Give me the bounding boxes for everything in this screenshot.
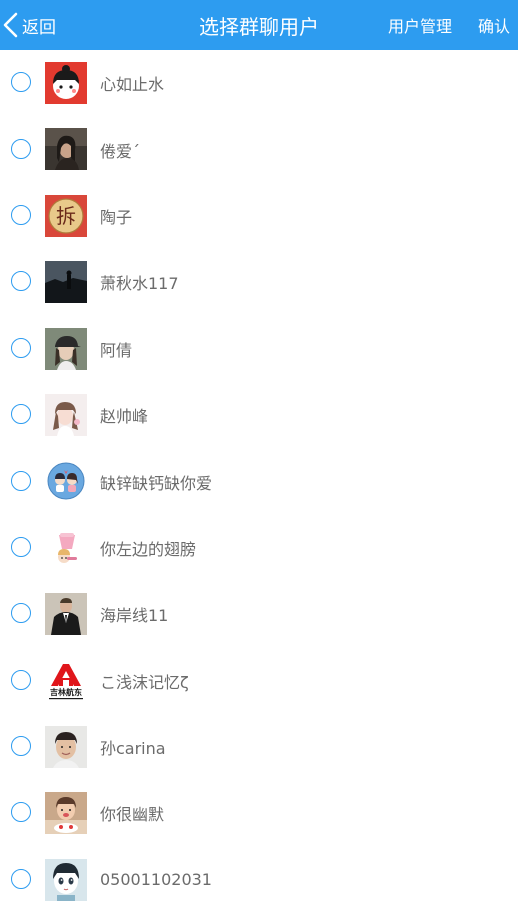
contact-name: 05001102031: [100, 870, 212, 890]
contact-name: 阿倩: [100, 340, 133, 360]
radio-button[interactable]: [11, 72, 31, 93]
radio-button[interactable]: [11, 204, 31, 225]
list-item[interactable]: 心如止水: [0, 50, 518, 116]
list-item[interactable]: 倦爱ˊ: [0, 116, 518, 182]
chevron-left-icon: [2, 12, 20, 38]
avatar: [45, 62, 87, 104]
contact-name: 孙carina: [100, 739, 166, 759]
contact-name: 赵帅峰: [100, 407, 149, 427]
list-item[interactable]: 05001102031: [0, 847, 518, 913]
avatar-stamp-text: 拆: [56, 204, 76, 228]
contact-name: 萧秋水117: [100, 274, 179, 294]
top-bar: 返回 选择群聊用户 用户管理 确认: [0, 0, 518, 50]
contact-list: 心如止水 倦爱ˊ 拆 陶子 萧秋水117 阿倩 赵帅峰 缺锌缺钙缺你爱 你左边的…: [0, 50, 518, 913]
list-item[interactable]: 你很幽默: [0, 780, 518, 846]
avatar: [45, 128, 87, 171]
avatar: [45, 526, 87, 569]
avatar: [45, 858, 87, 901]
contact-name: 海岸线11: [100, 606, 169, 626]
back-button[interactable]: 返回: [2, 0, 56, 50]
list-item[interactable]: 吉林航东 こ浅沫记忆ζ: [0, 648, 518, 714]
list-item[interactable]: 阿倩: [0, 316, 518, 382]
contact-name: 缺锌缺钙缺你爱: [100, 473, 213, 493]
avatar: [45, 460, 87, 503]
radio-button[interactable]: [11, 736, 31, 757]
confirm-button[interactable]: 确认: [478, 0, 510, 50]
list-item[interactable]: 拆 陶子: [0, 183, 518, 249]
contact-name: 你很幽默: [100, 805, 165, 825]
avatar: [45, 261, 87, 304]
contact-name: 倦爱ˊ: [100, 141, 141, 161]
avatar: 拆: [45, 194, 87, 237]
contact-name: 你左边的翅膀: [100, 539, 197, 559]
list-item[interactable]: 萧秋水117: [0, 249, 518, 315]
radio-button[interactable]: [11, 470, 31, 491]
radio-button[interactable]: [11, 271, 31, 292]
avatar-logo-text: 吉林航东: [50, 687, 82, 697]
avatar: [45, 593, 87, 636]
avatar: [45, 792, 87, 835]
radio-button[interactable]: [11, 669, 31, 690]
list-item[interactable]: 赵帅峰: [0, 382, 518, 448]
avatar: [45, 393, 87, 436]
list-item[interactable]: 你左边的翅膀: [0, 515, 518, 581]
radio-button[interactable]: [11, 802, 31, 823]
radio-button[interactable]: [11, 337, 31, 358]
avatar: [45, 327, 87, 370]
radio-button[interactable]: [11, 603, 31, 624]
list-item[interactable]: 孙carina: [0, 714, 518, 780]
list-item[interactable]: 缺锌缺钙缺你爱: [0, 448, 518, 514]
radio-button[interactable]: [11, 404, 31, 425]
contact-name: こ浅沫记忆ζ: [100, 672, 189, 692]
list-item[interactable]: 海岸线11: [0, 581, 518, 647]
radio-button[interactable]: [11, 536, 31, 557]
back-label: 返回: [22, 17, 56, 38]
page-title: 选择群聊用户: [199, 14, 319, 39]
radio-button[interactable]: [11, 868, 31, 889]
avatar: 吉林航东: [45, 659, 87, 702]
avatar: [45, 725, 87, 768]
user-management-button[interactable]: 用户管理: [388, 0, 452, 50]
contact-name: 陶子: [100, 207, 133, 227]
radio-button[interactable]: [11, 138, 31, 159]
contact-name: 心如止水: [100, 75, 165, 95]
